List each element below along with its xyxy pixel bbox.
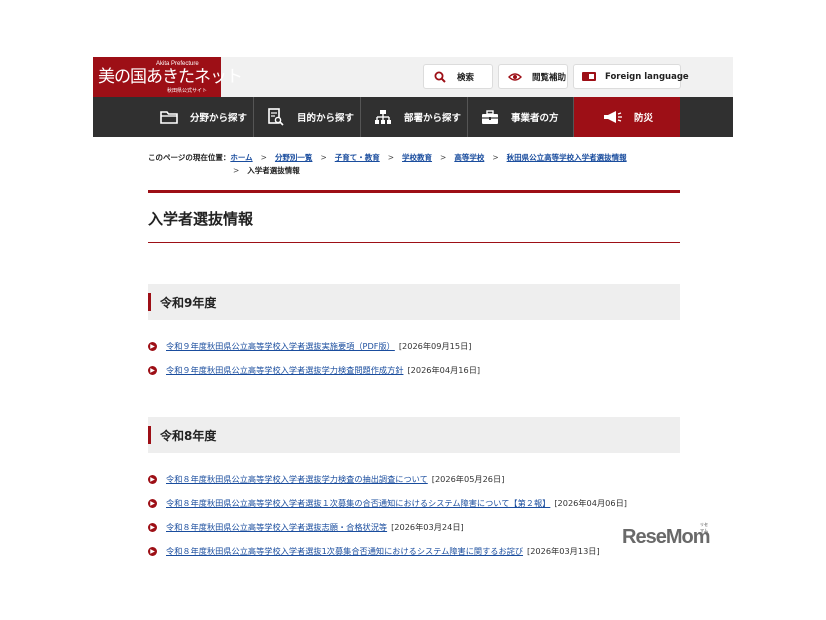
section-heading-r8: 令和8年度 (148, 417, 680, 453)
resemom-watermark: ReseMom リセマム (622, 522, 710, 549)
list-item-date: [2026年03月13日] (527, 546, 600, 556)
accessibility-button[interactable]: 閲覧補助 (498, 64, 568, 89)
page: 美の国あきたネット Akita Prefecture 秋田県公式サイト 検索 閲… (93, 57, 733, 560)
section-heading-text: 令和8年度 (160, 429, 217, 443)
breadcrumb-separator: > (233, 166, 240, 175)
arrow-circle-icon: ▶ (148, 474, 157, 484)
list-item-link[interactable]: 令和８年度秋田県公立高等学校入学者選抜1次募集合否通知におけるシステム障害に関す… (166, 545, 523, 557)
breadcrumb-admission-info[interactable]: 秋田県公立高等学校入学者選抜情報 (507, 153, 627, 162)
breadcrumb-separator: > (260, 153, 267, 162)
arrow-circle-icon: ▶ (148, 546, 157, 556)
search-button[interactable]: 検索 (423, 64, 493, 89)
nav-by-purpose-label: 目的から探す (297, 113, 355, 124)
nav-for-business-label: 事業者の方 (511, 113, 559, 124)
list-item-date: [2026年03月24日] (391, 522, 464, 532)
section-heading-text: 令和9年度 (160, 296, 217, 310)
megaphone-icon (603, 107, 623, 127)
nav-by-department[interactable]: 部署から探す (361, 97, 468, 137)
nav-by-field[interactable]: 分野から探す (93, 97, 254, 137)
briefcase-icon (480, 107, 500, 127)
list-item-date: [2026年09月15日] (398, 341, 472, 351)
breadcrumb-school-education[interactable]: 学校教育 (402, 153, 432, 162)
page-title: 入学者選抜情報 (148, 210, 254, 228)
document-search-icon (266, 107, 286, 127)
breadcrumb: このページの現在位置：ホーム > 分野別一覧 > 子育て・教育 > 学校教育 > 高等学校 > 秋田… (148, 151, 688, 177)
accessibility-button-label: 閲覧補助 (532, 72, 567, 83)
list-item: ▶ 令和８年度秋田県公立高等学校入学者選抜１次募集の合否通知におけるシステム障害… (148, 497, 627, 509)
nav-by-field-label: 分野から探す (190, 113, 248, 124)
nav-disaster-prevention-label: 防災 (634, 113, 654, 124)
section-heading-r9: 令和9年度 (148, 284, 680, 320)
arrow-circle-icon: ▶ (148, 365, 157, 375)
list-item-date: [2026年05月26日] (431, 474, 505, 484)
breadcrumb-separator: > (492, 153, 499, 162)
nav-by-purpose[interactable]: 目的から探す (254, 97, 361, 137)
list-item-date: [2026年04月16日] (407, 365, 481, 375)
section-heading-accent (148, 293, 151, 311)
list-item-link[interactable]: 令和９年度秋田県公立高等学校入学者選抜学力検査問題作成方針 (166, 364, 403, 376)
nav-disaster-prevention[interactable]: 防災 (574, 97, 680, 137)
breadcrumb-separator: > (387, 153, 395, 162)
arrow-circle-icon: ▶ (148, 522, 157, 532)
language-icon (582, 72, 596, 81)
org-chart-icon (373, 107, 393, 127)
logo-subtitle: Akita Prefecture (156, 61, 199, 67)
breadcrumb-home[interactable]: ホーム (230, 153, 252, 162)
logo-site-label: 秋田県公式サイト (167, 88, 208, 94)
breadcrumb-current: 入学者選抜情報 (247, 166, 300, 175)
site-header: 美の国あきたネット Akita Prefecture 秋田県公式サイト 検索 閲… (93, 57, 733, 97)
breadcrumb-separator: > (440, 153, 447, 162)
breadcrumb-high-school[interactable]: 高等学校 (454, 153, 484, 162)
foreign-language-button[interactable]: Foreign language (573, 64, 689, 89)
foreign-language-label: Foreign language (605, 71, 689, 82)
title-top-rule (148, 190, 680, 193)
watermark-text: ReseMom (622, 526, 710, 548)
folder-icon (159, 107, 179, 127)
list-item: ▶ 令和８年度秋田県公立高等学校入学者選抜1次募集合否通知におけるシステム障害に… (148, 545, 600, 557)
arrow-circle-icon: ▶ (148, 341, 157, 351)
list-item-link[interactable]: 令和８年度秋田県公立高等学校入学者選抜１次募集の合否通知におけるシステム障害につ… (166, 497, 550, 509)
section-heading-accent (148, 426, 151, 444)
global-nav: 分野から探す 目的から探す 部署から探す 事業者の方 防災 (93, 97, 733, 137)
nav-by-department-label: 部署から探す (404, 113, 462, 124)
list-item-link[interactable]: 令和９年度秋田県公立高等学校入学者選抜実施要項（PDF版） (166, 340, 395, 352)
list-item: ▶ 令和９年度秋田県公立高等学校入学者選抜学力検査問題作成方針 [2026年04… (148, 364, 480, 376)
list-item-date: [2026年04月06日] (554, 498, 627, 508)
breadcrumb-separator: > (320, 153, 327, 162)
watermark-small-text: リセマム (700, 522, 708, 533)
list-item: ▶ 令和９年度秋田県公立高等学校入学者選抜実施要項（PDF版） [2026年09… (148, 340, 471, 352)
eye-icon (507, 72, 523, 82)
list-item-link[interactable]: 令和８年度秋田県公立高等学校入学者選抜学力検査の抽出調査について (166, 473, 428, 485)
breadcrumb-childcare-education[interactable]: 子育て・教育 (335, 153, 380, 162)
search-button-label: 検索 (457, 72, 475, 83)
list-item-link[interactable]: 令和８年度秋田県公立高等学校入学者選抜志願・合格状況等 (166, 521, 387, 533)
site-logo[interactable]: 美の国あきたネット Akita Prefecture 秋田県公式サイト (93, 57, 243, 97)
nav-for-business[interactable]: 事業者の方 (468, 97, 574, 137)
breadcrumb-label: このページの現在位置： (148, 153, 231, 162)
list-item: ▶ 令和８年度秋田県公立高等学校入学者選抜志願・合格状況等 [2026年03月2… (148, 521, 464, 533)
search-icon (432, 71, 448, 83)
list-item: ▶ 令和８年度秋田県公立高等学校入学者選抜学力検査の抽出調査について [2026… (148, 473, 504, 485)
breadcrumb-field-list[interactable]: 分野別一覧 (275, 153, 313, 162)
arrow-circle-icon: ▶ (148, 498, 157, 508)
title-bottom-rule (148, 242, 680, 243)
